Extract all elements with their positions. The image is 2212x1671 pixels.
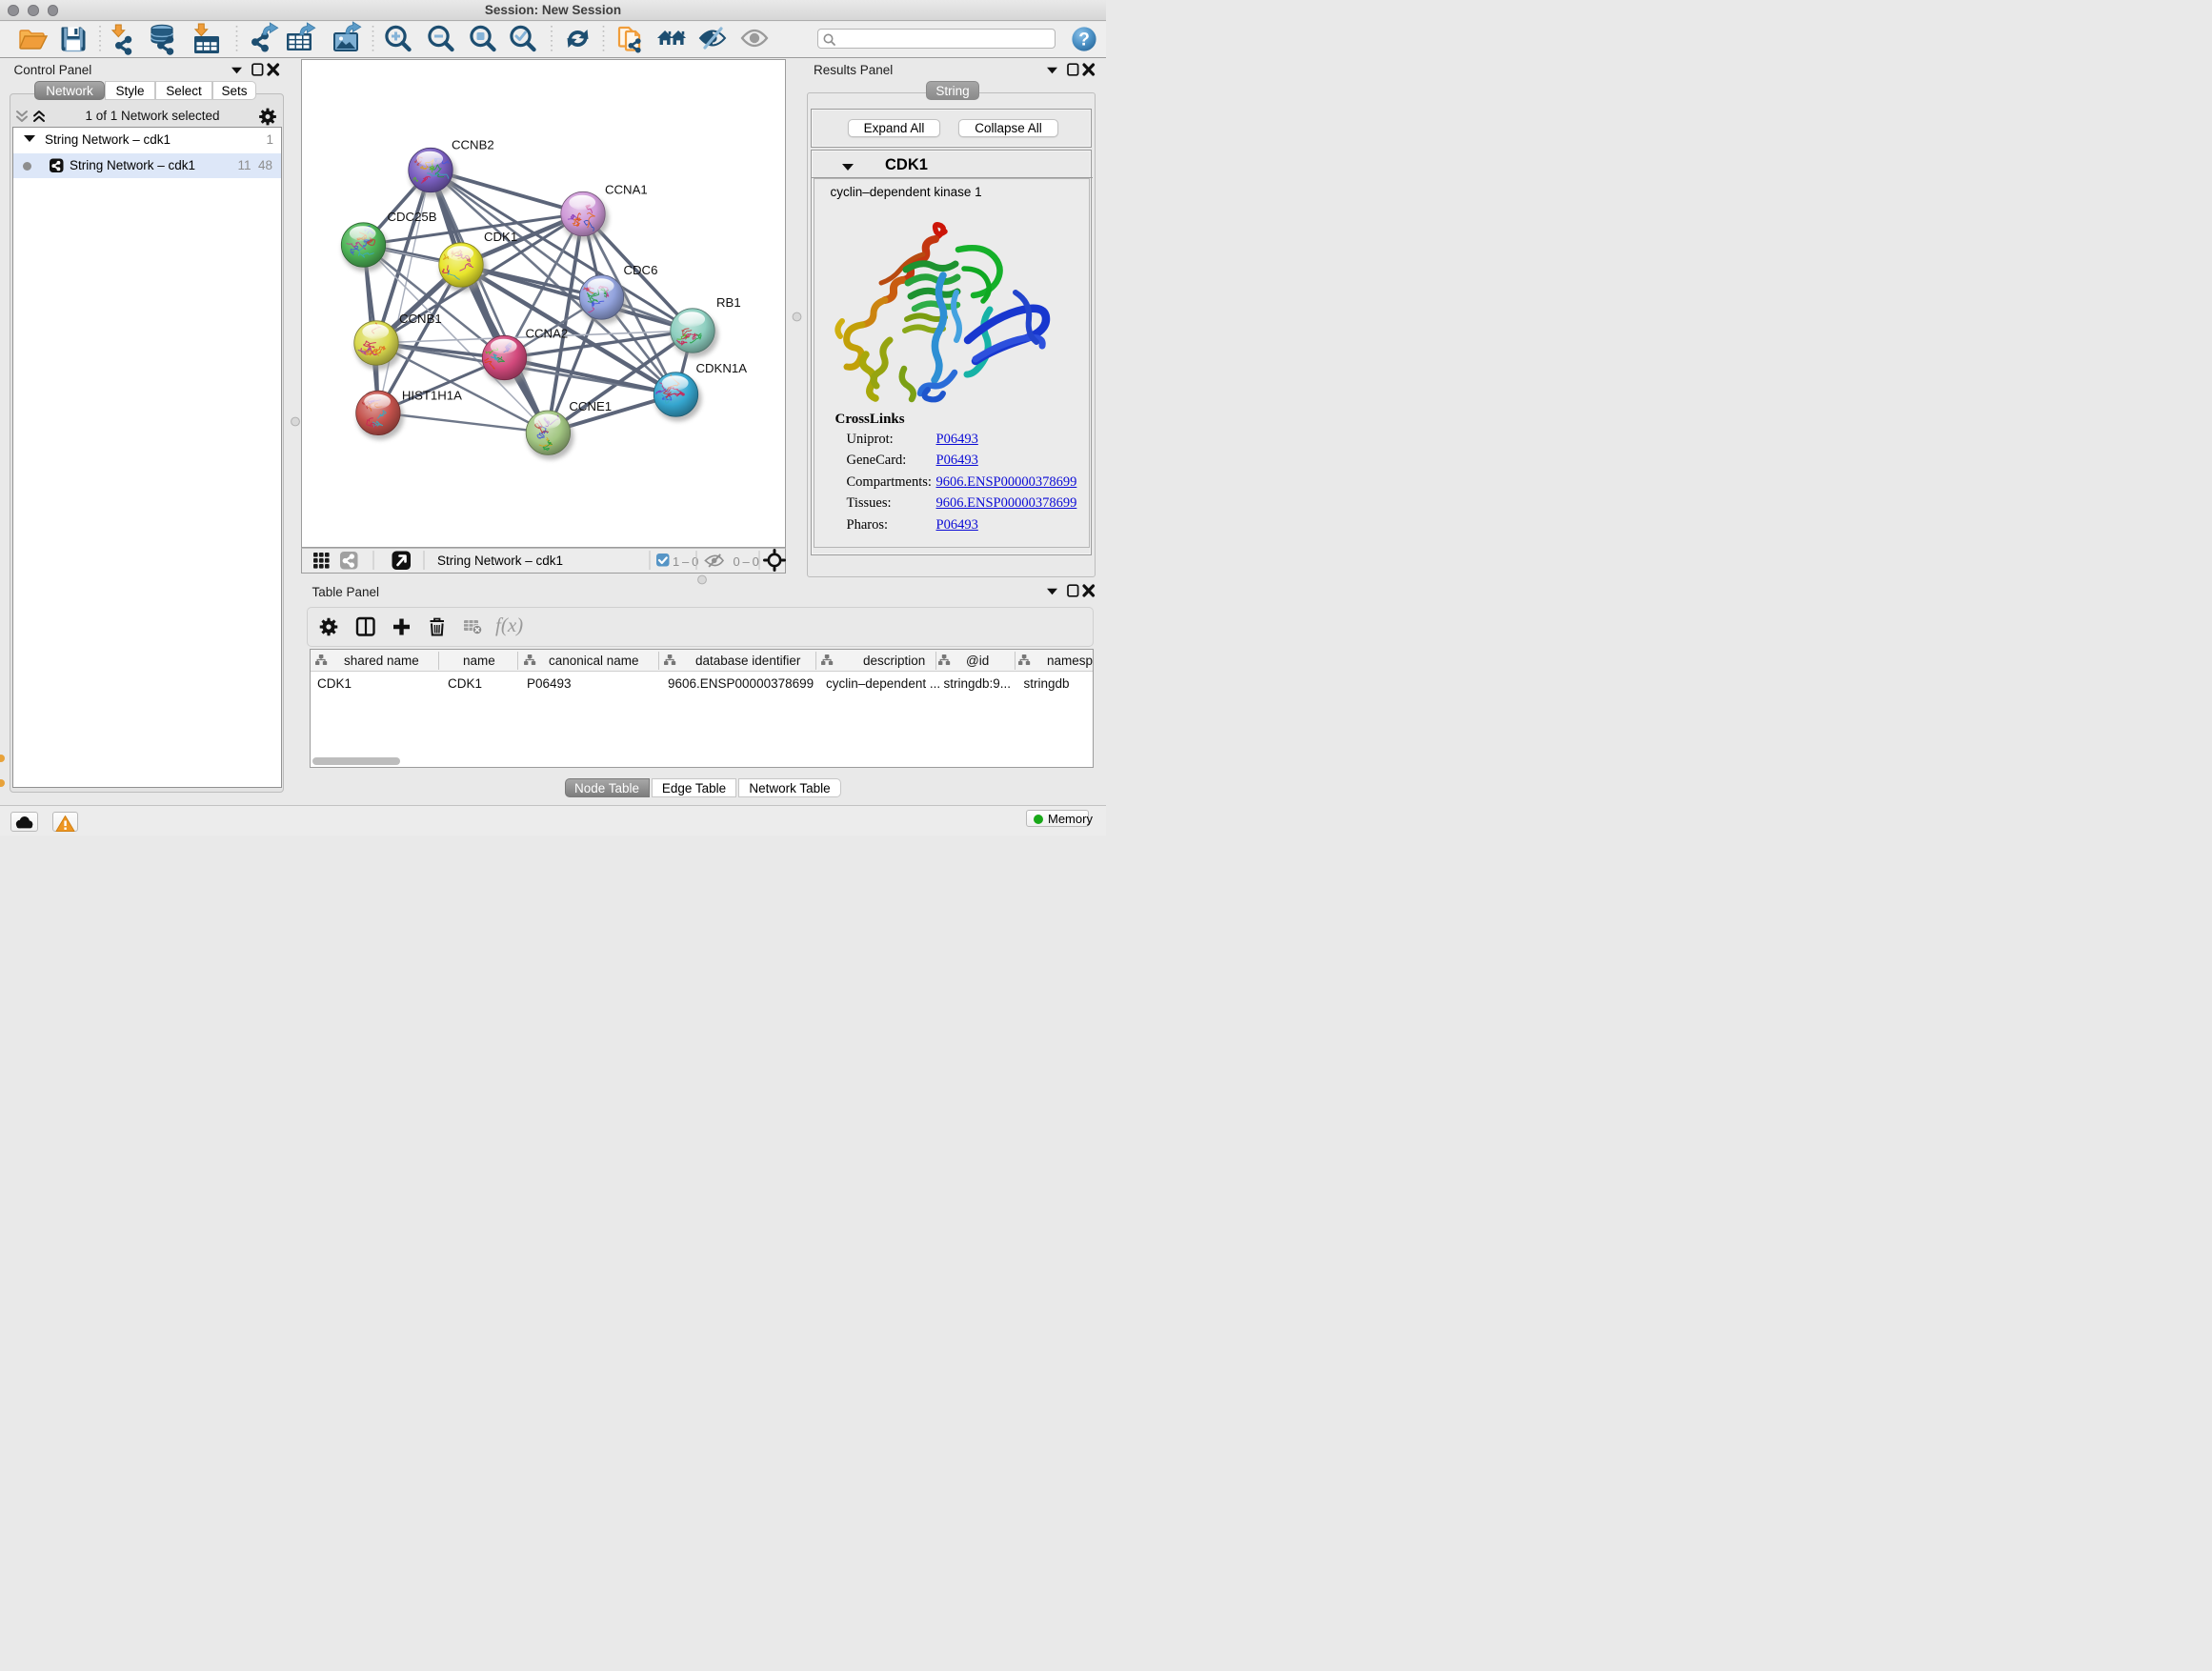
svg-text:CDKN1A: CDKN1A (696, 361, 748, 375)
svg-text:CDC6: CDC6 (624, 263, 658, 277)
svg-text:CCNB2: CCNB2 (452, 138, 494, 152)
svg-text:HIST1H1A: HIST1H1A (402, 388, 462, 402)
svg-text:CCNE1: CCNE1 (569, 399, 612, 413)
svg-text:CCNA2: CCNA2 (526, 327, 569, 341)
svg-text:CCNB1: CCNB1 (399, 312, 442, 326)
svg-text:CCNA1: CCNA1 (605, 183, 648, 197)
svg-text:CDK1: CDK1 (484, 230, 517, 244)
svg-text:CDC25B: CDC25B (388, 210, 437, 224)
svg-text:RB1: RB1 (716, 295, 741, 310)
